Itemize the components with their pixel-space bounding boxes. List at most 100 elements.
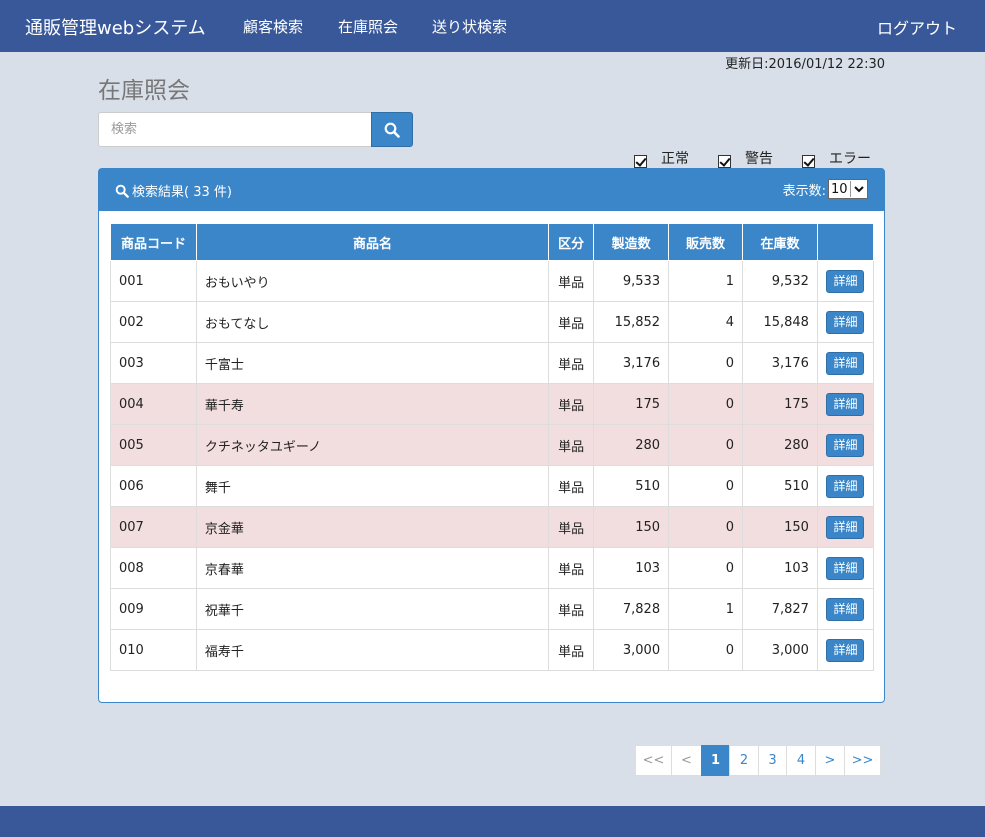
- detail-button[interactable]: 詳細: [826, 474, 865, 498]
- cell-sold: 4: [668, 301, 743, 343]
- cell-made: 7,828: [593, 588, 670, 630]
- cell-action: 詳細: [816, 342, 875, 384]
- cell-stock: 175: [741, 383, 818, 425]
- page-link[interactable]: 4: [786, 745, 816, 776]
- cell-name: おもいやり: [195, 260, 550, 302]
- page-title: 在庫照会: [98, 78, 190, 104]
- cell-name: 京金華: [195, 506, 550, 548]
- filter-error[interactable]: エラー: [802, 148, 871, 168]
- page-link[interactable]: 3: [758, 745, 787, 776]
- cell-action: 詳細: [816, 383, 875, 425]
- cell-kind: 単品: [548, 383, 595, 425]
- cell-stock: 150: [741, 506, 818, 548]
- per-page-value: 10: [831, 181, 848, 197]
- cell-kind: 単品: [548, 506, 595, 548]
- brand-title[interactable]: 通販管理webシステム: [25, 14, 206, 40]
- col-header-sold[interactable]: 販売数: [668, 223, 743, 261]
- cell-name: 千富士: [195, 342, 550, 384]
- detail-button[interactable]: 詳細: [826, 351, 865, 375]
- cell-sold: 1: [668, 260, 743, 302]
- cell-stock: 103: [741, 547, 818, 589]
- per-page-label: 表示数:: [782, 183, 826, 199]
- cell-sold: 1: [668, 588, 743, 630]
- col-header-made[interactable]: 製造数: [593, 223, 670, 261]
- cell-action: 詳細: [816, 506, 875, 548]
- cell-made: 3,000: [593, 629, 670, 671]
- cell-action: 詳細: [816, 260, 875, 302]
- cell-stock: 15,848: [741, 301, 818, 343]
- filter-warning-checkbox[interactable]: [718, 154, 731, 168]
- cell-stock: 3,000: [741, 629, 818, 671]
- detail-button[interactable]: 詳細: [826, 638, 865, 662]
- nav-invoice-search[interactable]: 送り状検索: [432, 16, 507, 37]
- filter-error-checkbox[interactable]: [802, 154, 815, 168]
- footer-bar: [0, 806, 985, 837]
- detail-button[interactable]: 詳細: [826, 392, 865, 416]
- table-row: 006 舞千 単品 510 0 510 詳細: [110, 465, 875, 507]
- cell-made: 15,852: [593, 301, 670, 343]
- detail-button[interactable]: 詳細: [826, 269, 865, 293]
- per-page-select[interactable]: 10: [828, 179, 868, 199]
- detail-button[interactable]: 詳細: [826, 433, 865, 457]
- filter-normal-checkbox[interactable]: [634, 154, 647, 168]
- detail-button[interactable]: 詳細: [826, 310, 865, 334]
- table-row: 005 クチネッタユギーノ 単品 280 0 280 詳細: [110, 424, 875, 466]
- page-link[interactable]: 1: [701, 745, 730, 776]
- cell-stock: 7,827: [741, 588, 818, 630]
- filter-warning[interactable]: 警告: [718, 148, 773, 168]
- nav-inventory-inquiry[interactable]: 在庫照会: [338, 16, 398, 37]
- col-header-kind[interactable]: 区分: [548, 223, 595, 261]
- page-link[interactable]: <: [671, 745, 702, 776]
- cell-made: 9,533: [593, 260, 670, 302]
- cell-sold: 0: [668, 506, 743, 548]
- cell-code: 006: [110, 465, 197, 507]
- cell-code: 001: [110, 260, 197, 302]
- table-row: 003 千富士 単品 3,176 0 3,176 詳細: [110, 342, 875, 384]
- search-input[interactable]: [98, 112, 372, 147]
- logout-link[interactable]: ログアウト: [877, 15, 957, 39]
- cell-made: 103: [593, 547, 670, 589]
- cell-stock: 510: [741, 465, 818, 507]
- detail-button[interactable]: 詳細: [826, 597, 865, 621]
- nav-customer-search[interactable]: 顧客検索: [243, 16, 303, 37]
- page-link[interactable]: <<: [635, 745, 672, 776]
- cell-made: 150: [593, 506, 670, 548]
- table-row: 004 華千寿 単品 175 0 175 詳細: [110, 383, 875, 425]
- cell-action: 詳細: [816, 629, 875, 671]
- cell-name: 京春華: [195, 547, 550, 589]
- search-button[interactable]: [371, 112, 413, 147]
- detail-button[interactable]: 詳細: [826, 556, 865, 580]
- per-page-control: 表示数: 10: [783, 179, 868, 199]
- filter-normal[interactable]: 正常: [634, 148, 689, 168]
- page-link[interactable]: 2: [729, 745, 759, 776]
- chevron-down-icon: [850, 181, 866, 197]
- cell-sold: 0: [668, 424, 743, 466]
- cell-action: 詳細: [816, 588, 875, 630]
- page-link[interactable]: >: [815, 745, 845, 776]
- cell-kind: 単品: [548, 424, 595, 466]
- cell-stock: 9,532: [741, 260, 818, 302]
- cell-made: 175: [593, 383, 670, 425]
- cell-made: 3,176: [593, 342, 670, 384]
- col-header-code[interactable]: 商品コード: [110, 223, 197, 261]
- filter-warning-label: 警告: [745, 151, 773, 167]
- col-header-name[interactable]: 商品名: [195, 223, 550, 261]
- cell-code: 009: [110, 588, 197, 630]
- updated-timestamp: 更新日:2016/01/12 22:30: [725, 57, 885, 72]
- filter-error-label: エラー: [829, 151, 871, 167]
- cell-sold: 0: [668, 547, 743, 589]
- inventory-table: 商品コード 商品名 区分 製造数 販売数 在庫数 001 おもいやり 単品 9,533…: [110, 223, 875, 671]
- search-icon: [384, 122, 400, 138]
- top-navbar: 通販管理webシステム 顧客検索 在庫照会 送り状検索 ログアウト: [0, 0, 985, 52]
- detail-button[interactable]: 詳細: [826, 515, 865, 539]
- cell-action: 詳細: [816, 547, 875, 589]
- cell-stock: 280: [741, 424, 818, 466]
- table-header-row: 商品コード 商品名 区分 製造数 販売数 在庫数: [110, 223, 875, 261]
- results-panel: 検索結果( 33 件) 表示数: 10 商品コード 商品名 区分 製造数 販売数…: [98, 168, 885, 703]
- page-link[interactable]: >>: [844, 745, 881, 776]
- cell-kind: 単品: [548, 260, 595, 302]
- cell-name: 舞千: [195, 465, 550, 507]
- cell-name: 祝華千: [195, 588, 550, 630]
- col-header-stock[interactable]: 在庫数: [741, 223, 818, 261]
- cell-made: 510: [593, 465, 670, 507]
